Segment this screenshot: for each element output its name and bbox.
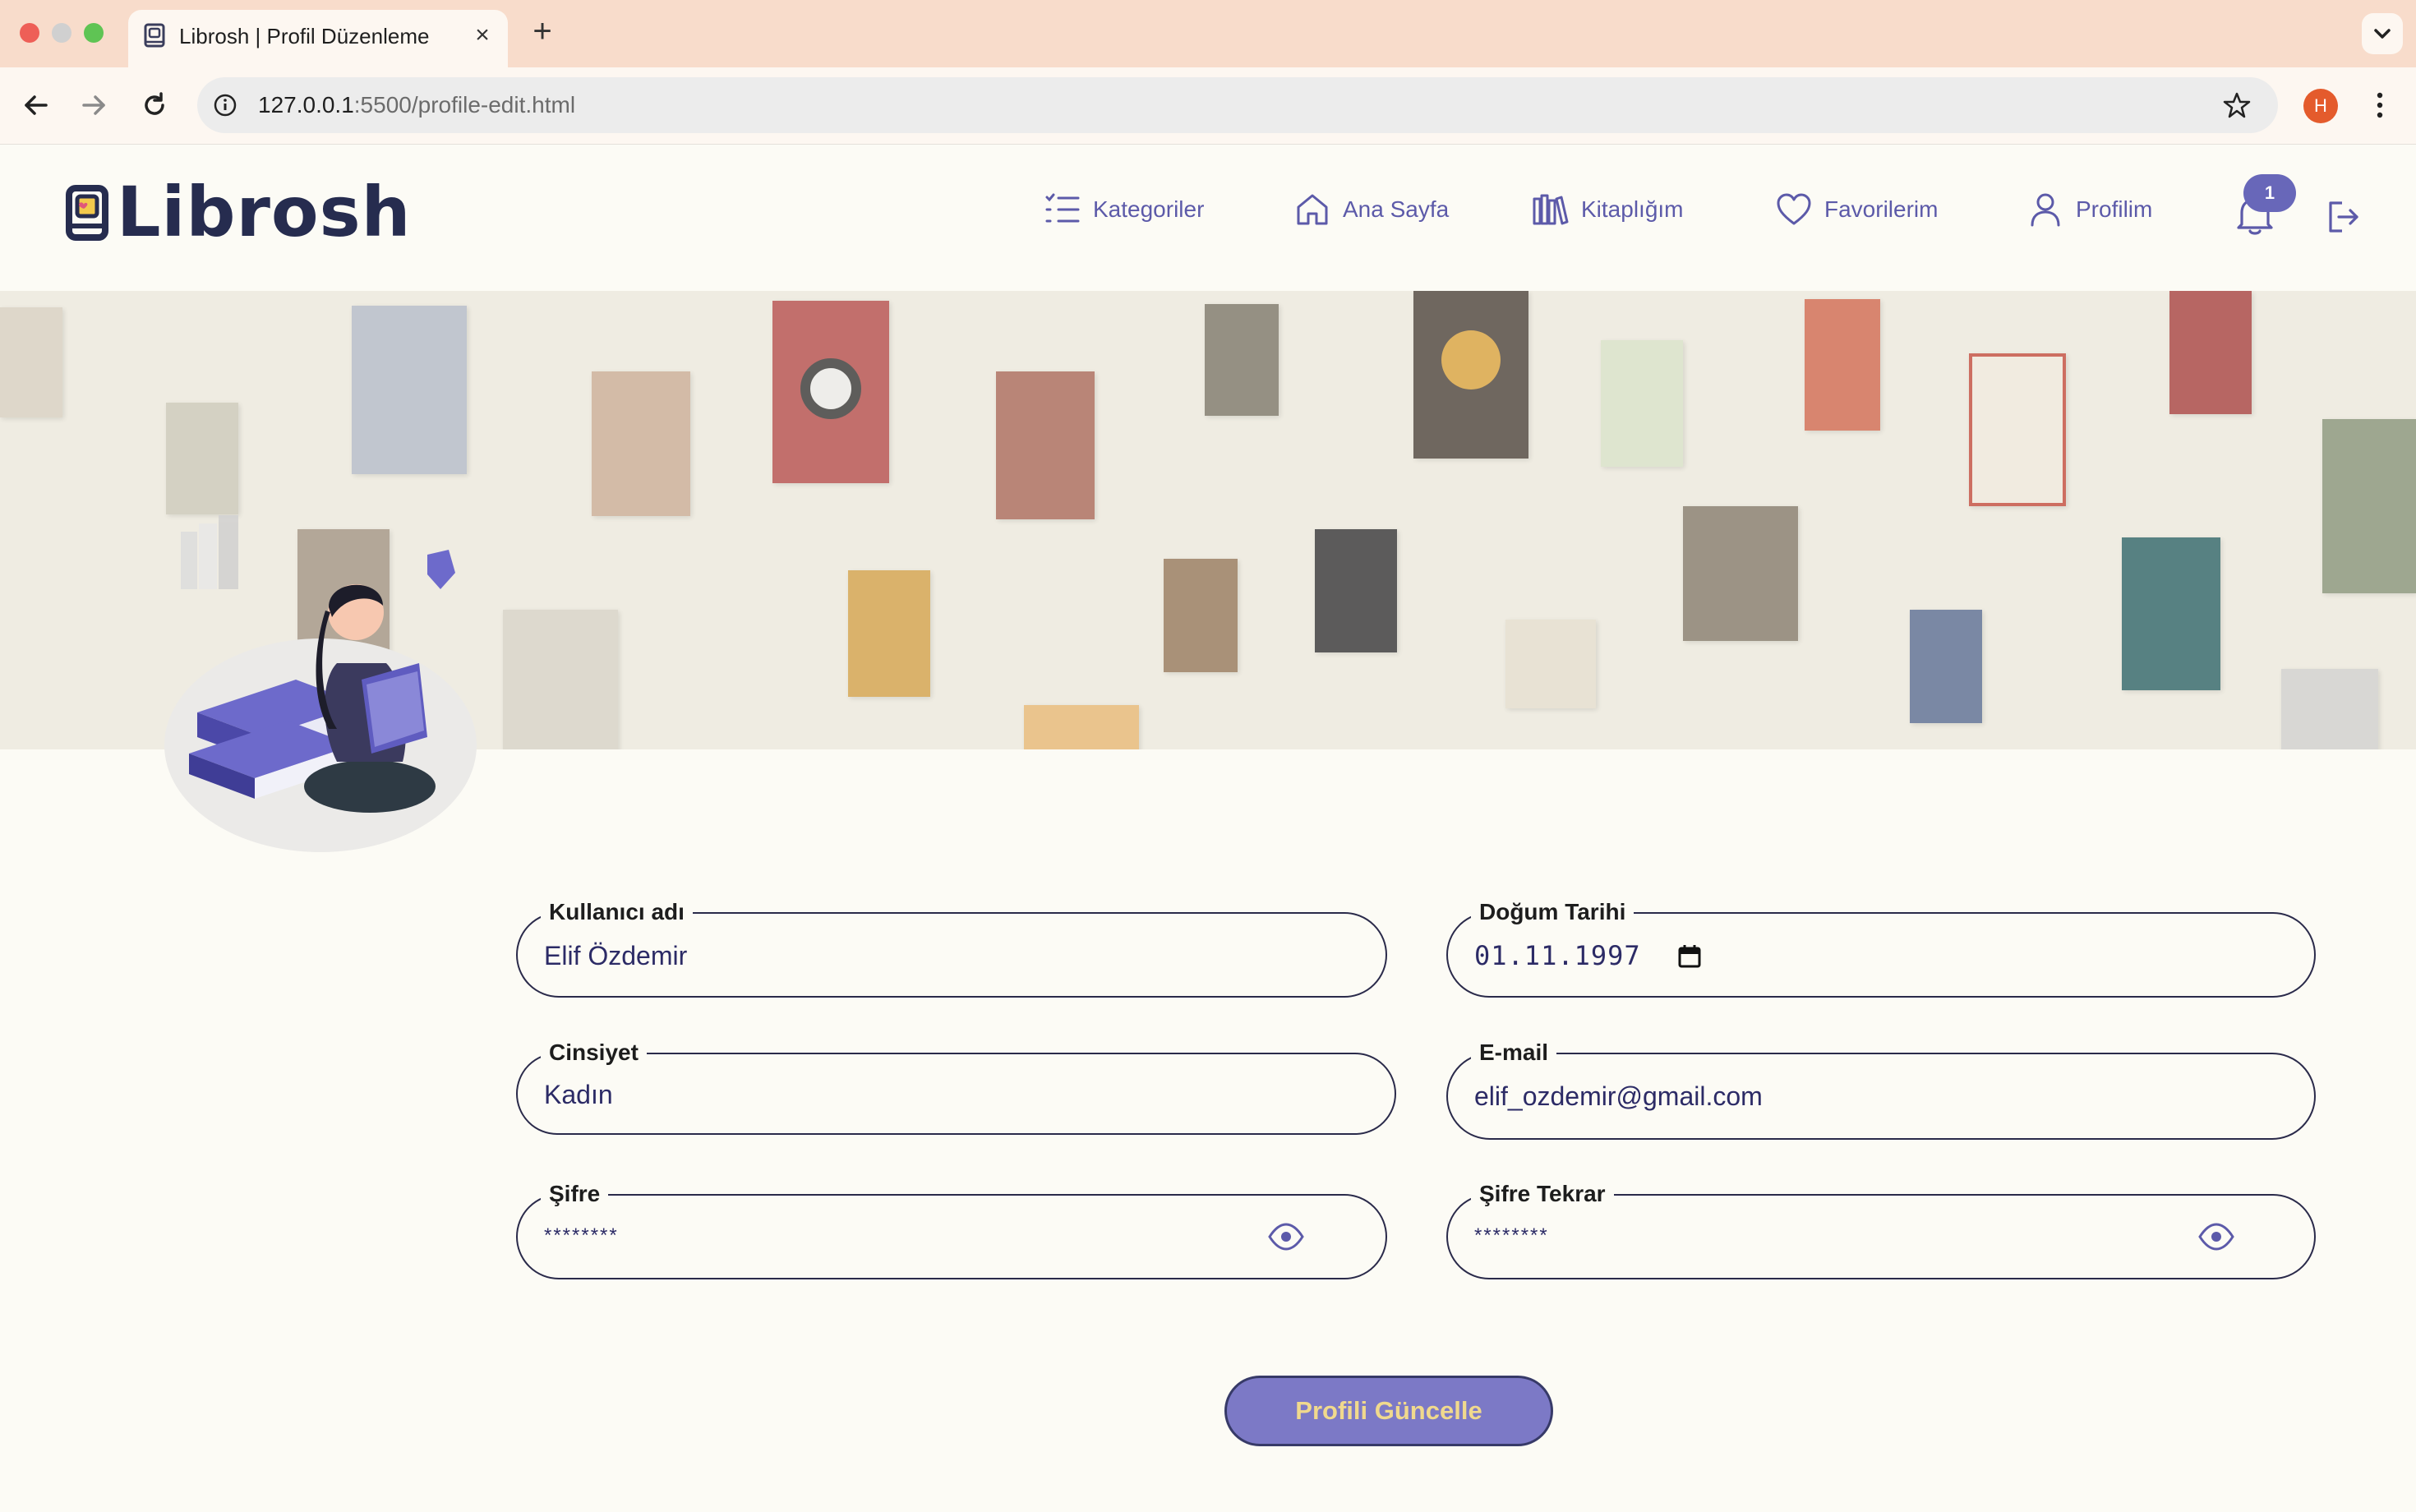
tab-title: Librosh | Profil Düzenleme xyxy=(179,24,430,48)
book-cover-image xyxy=(1805,299,1880,431)
forward-arrow-icon[interactable] xyxy=(76,87,112,123)
birthdate-field[interactable]: Doğum Tarihi 01.11.1997 xyxy=(1446,896,2316,998)
password-repeat-value[interactable]: ******** xyxy=(1474,1219,1549,1253)
book-cover-image xyxy=(1315,529,1397,652)
book-favicon-icon xyxy=(144,23,165,48)
site-info-icon[interactable] xyxy=(212,92,238,118)
gender-field[interactable]: Cinsiyet Kadın xyxy=(516,1036,1396,1135)
url-text[interactable]: 127.0.0.1:5500/profile-edit.html xyxy=(258,90,575,120)
browser-toolbar: 127.0.0.1:5500/profile-edit.html H xyxy=(0,67,2416,145)
user-icon xyxy=(2031,193,2060,227)
book-cover-image xyxy=(1505,620,1596,708)
list-icon xyxy=(1045,193,1080,223)
nav-profile-label: Profilim xyxy=(2076,196,2153,222)
username-value[interactable]: Elif Özdemir xyxy=(544,938,687,973)
book-cover-image xyxy=(592,371,690,516)
reload-icon[interactable] xyxy=(136,87,173,123)
browser-profile-avatar[interactable]: H xyxy=(2303,89,2338,123)
username-label: Kullanıcı adı xyxy=(541,896,693,929)
logout-icon[interactable] xyxy=(2324,198,2362,236)
nav-library-label: Kitaplığım xyxy=(1581,196,1684,222)
address-bar[interactable]: 127.0.0.1:5500/profile-edit.html xyxy=(197,77,2278,133)
eye-icon[interactable] xyxy=(2197,1218,2235,1256)
book-cover-image xyxy=(1164,559,1238,672)
eye-icon[interactable] xyxy=(1267,1218,1305,1256)
book-cover-image xyxy=(1683,506,1798,641)
book-cover-image xyxy=(2169,291,2252,414)
book-cover-image xyxy=(1413,291,1528,459)
email-field[interactable]: E-mail elif_ozdemir@gmail.com xyxy=(1446,1036,2316,1140)
password-field[interactable]: Şifre ******** xyxy=(516,1178,1387,1279)
nav-favorites-label: Favorilerim xyxy=(1824,196,1939,222)
book-logo-icon xyxy=(66,185,108,241)
book-cover-image xyxy=(1024,705,1139,749)
page-content: Librosh Kategoriler Ana Sayfa Kitaplığım… xyxy=(0,145,2416,1512)
book-cover-image xyxy=(772,301,889,483)
birthdate-value[interactable]: 01.11.1997 xyxy=(1474,938,1641,973)
close-window-button[interactable] xyxy=(20,23,39,43)
browser-tabstrip: Librosh | Profil Düzenleme × + xyxy=(0,0,2416,67)
new-tab-icon[interactable]: + xyxy=(526,15,559,48)
url-host: 127.0.0.1 xyxy=(258,92,354,118)
brand-name: Librosh xyxy=(117,172,412,252)
password-value[interactable]: ******** xyxy=(544,1219,619,1253)
bookshelf-icon xyxy=(1533,194,1569,225)
librosh-logo[interactable]: Librosh xyxy=(66,175,411,249)
nav-categories-label: Kategoriler xyxy=(1093,196,1205,222)
email-label: E-mail xyxy=(1471,1036,1557,1069)
gender-label: Cinsiyet xyxy=(541,1036,647,1069)
chevron-down-icon xyxy=(2374,29,2391,39)
site-navbar: Librosh Kategoriler Ana Sayfa Kitaplığım… xyxy=(0,145,2416,291)
password-repeat-label: Şifre Tekrar xyxy=(1471,1178,1614,1210)
book-cover-image xyxy=(2322,419,2416,593)
book-cover-image xyxy=(2281,669,2378,749)
browser-menu-icon[interactable] xyxy=(2367,87,2393,123)
book-cover-image xyxy=(166,403,238,514)
birthdate-label: Doğum Tarihi xyxy=(1471,896,1634,929)
password-repeat-field[interactable]: Şifre Tekrar ******** xyxy=(1446,1178,2316,1279)
nav-home[interactable]: Ana Sayfa xyxy=(1293,187,1449,233)
back-arrow-icon[interactable] xyxy=(18,87,54,123)
book-cover-image xyxy=(848,570,930,697)
nav-favorites[interactable]: Favorilerim xyxy=(1775,187,1938,233)
browser-tab-active[interactable]: Librosh | Profil Düzenleme × xyxy=(128,10,508,67)
url-path: :5500/profile-edit.html xyxy=(353,92,576,118)
nav-profile[interactable]: Profilim xyxy=(2026,187,2152,233)
calendar-icon[interactable] xyxy=(1676,943,1703,970)
email-value[interactable]: elif_ozdemir@gmail.com xyxy=(1474,1079,1763,1113)
notification-badge: 1 xyxy=(2243,174,2296,212)
book-cover-image xyxy=(2122,537,2220,690)
nav-categories[interactable]: Kategoriler xyxy=(1044,187,1204,233)
username-field[interactable]: Kullanıcı adı Elif Özdemir xyxy=(516,896,1387,998)
book-cover-image xyxy=(996,371,1095,519)
nav-home-label: Ana Sayfa xyxy=(1343,196,1450,222)
home-icon xyxy=(1297,194,1328,225)
reading-girl-illustration xyxy=(164,515,477,852)
tab-close-icon[interactable]: × xyxy=(468,21,496,49)
minimize-window-button[interactable] xyxy=(52,23,71,43)
gender-value[interactable]: Kadın xyxy=(544,1077,613,1112)
book-cover-image xyxy=(1205,304,1279,416)
tab-search-button[interactable] xyxy=(2362,13,2403,54)
book-cover-image xyxy=(0,307,62,417)
bookmark-star-icon[interactable] xyxy=(2222,90,2252,120)
maximize-window-button[interactable] xyxy=(84,23,104,43)
book-cover-image xyxy=(503,610,618,749)
password-label: Şifre xyxy=(541,1178,609,1210)
book-cover-image xyxy=(1969,353,2066,506)
book-cover-image xyxy=(352,306,467,474)
book-cover-image xyxy=(1601,340,1683,467)
nav-library[interactable]: Kitaplığım xyxy=(1532,187,1684,233)
heart-icon xyxy=(1777,193,1811,225)
update-profile-button[interactable]: Profili Güncelle xyxy=(1224,1376,1553,1446)
book-cover-image xyxy=(1910,610,1982,723)
